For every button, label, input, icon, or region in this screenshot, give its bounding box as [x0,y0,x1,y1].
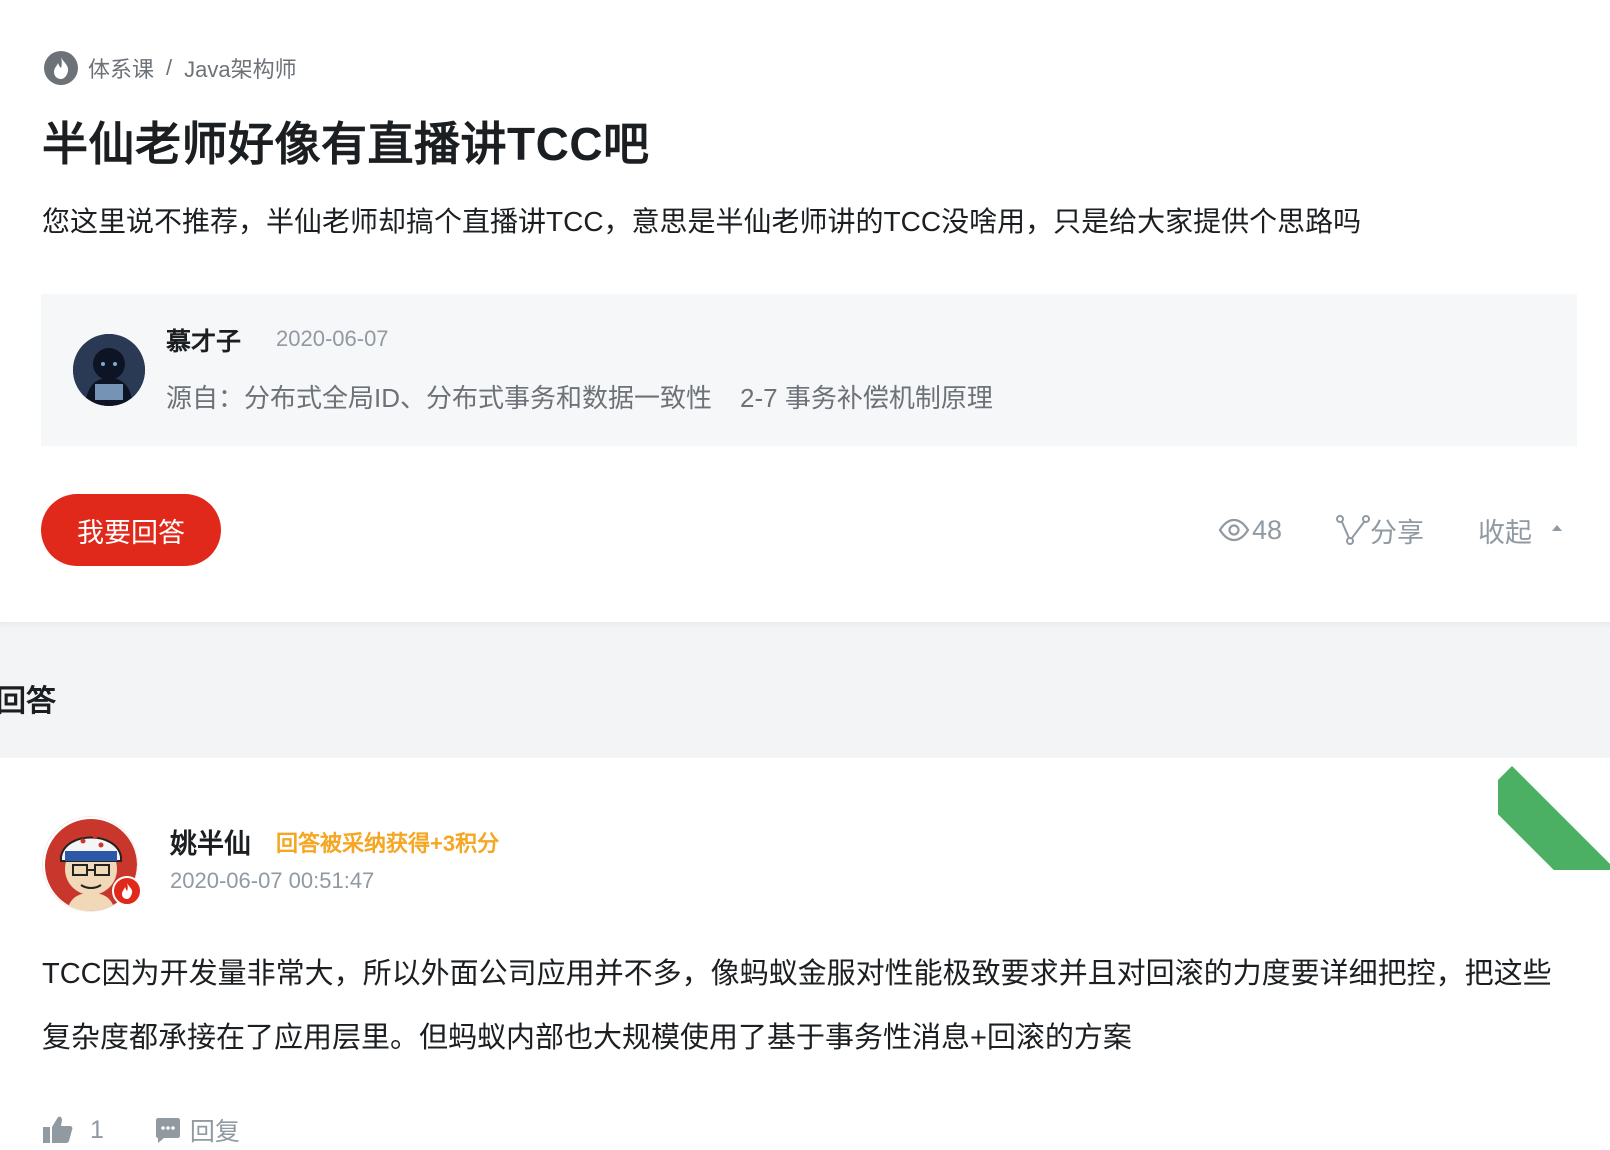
question-source: 源自：分布式全局ID、分布式事务和数据一致性 2-7 事务补偿机制原理 [166,378,993,415]
reply-content: TCC因为开发量非常大，所以外面公司应用并不多，像蚂蚁金服对性能极致要求并且对回… [42,958,1552,1054]
breadcrumb: 体系课 / Java架构师 [44,50,297,86]
share-button[interactable]: 分享 [1336,508,1424,552]
caret-up-icon [1552,525,1562,531]
collapse-button[interactable]: 收起 [1478,508,1574,552]
reply-label: 回复 [189,1118,240,1146]
share-label: 分享 [1370,517,1424,548]
share-icon [1336,515,1370,545]
collapse-label: 收起 [1478,517,1532,548]
author-date: 2020-06-07 [276,326,389,351]
like-button[interactable]: 1 [42,1115,154,1145]
breadcrumb-item-course-type[interactable]: 体系课 [88,52,154,84]
source-course-link[interactable]: 分布式全局ID、分布式事务和数据一致性 [244,383,712,413]
answers-section-title: 回答 [0,685,56,718]
answer-button[interactable]: 我要回答 [41,494,221,566]
views-counter: 48 [1218,508,1282,552]
views-count: 48 [1252,514,1283,545]
source-chapter-link[interactable]: 2-7 事务补偿机制原理 [740,383,993,413]
reply-author-name[interactable]: 姚半仙 [170,822,251,861]
reply-actions: 1 回复 [42,1112,240,1148]
teacher-badge-icon [112,876,142,906]
thumbs-up-icon [43,1116,73,1143]
adopted-ribbon: 已采纳 [1498,758,1610,870]
eye-icon [1218,518,1250,542]
source-prefix: 源自： [166,383,245,413]
like-count: 1 [90,1115,104,1144]
breadcrumb-item-course[interactable]: Java架构师 [184,52,296,84]
flame-logo-icon[interactable] [44,51,78,85]
author-avatar[interactable] [73,334,145,406]
reply-timestamp: 2020-06-07 00:51:47 [170,868,375,893]
question-author-card: 慕才子 2020-06-07 源自：分布式全局ID、分布式事务和数据一致性 2-7… [41,294,1577,446]
reply-button[interactable]: 回复 [154,1112,240,1148]
question-title: 半仙老师好像有直播讲TCC吧 [42,118,650,170]
breadcrumb-separator: / [166,55,173,80]
author-name[interactable]: 慕才子 [166,322,241,358]
question-description: 您这里说不推荐，半仙老师却搞个直播讲TCC，意思是半仙老师讲的TCC没啥用，只是… [42,206,1362,237]
answers-section-header [0,622,1610,758]
adopted-points-tag: 回答被采纳获得+3积分 [276,831,500,856]
comment-icon [155,1118,180,1143]
